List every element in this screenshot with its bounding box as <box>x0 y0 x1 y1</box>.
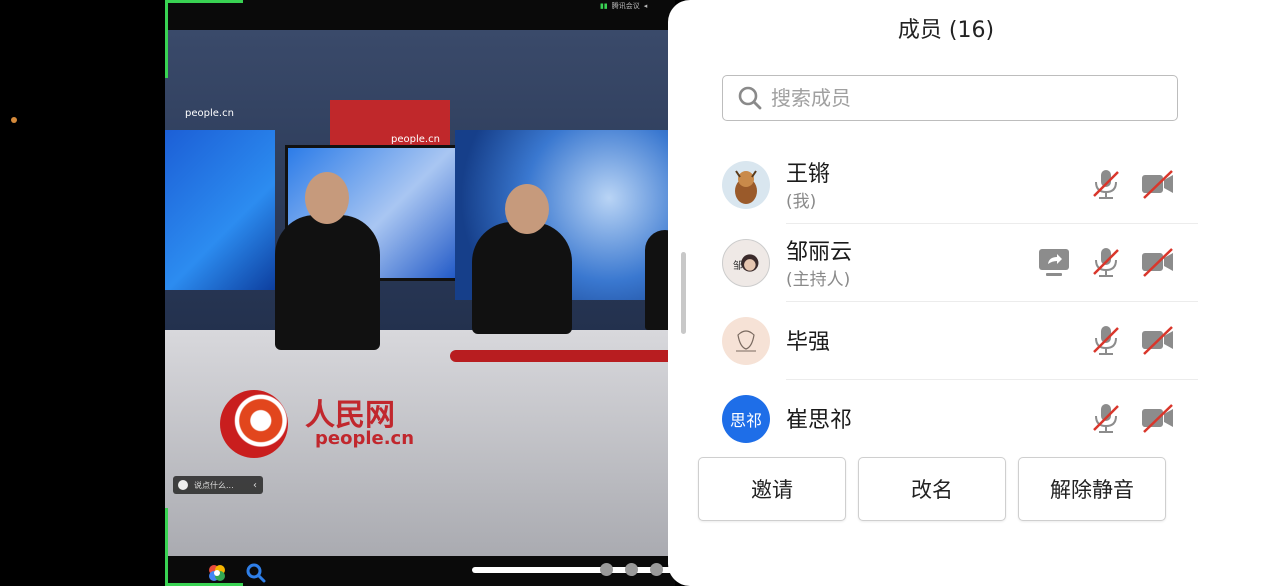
page-dot[interactable] <box>650 563 663 576</box>
unmute-all-button[interactable]: 解除静音 <box>1018 457 1166 521</box>
speaker-icon: ◂ <box>643 2 648 10</box>
page-dot[interactable] <box>625 563 638 576</box>
member-name: 王锵 <box>786 162 831 187</box>
invite-button[interactable]: 邀请 <box>698 457 846 521</box>
chat-input[interactable]: 说点什么... ‹ <box>173 476 263 494</box>
presenter-right <box>472 222 572 334</box>
notification-dot <box>11 117 17 123</box>
portrait-avatar-icon <box>741 254 759 272</box>
magnifier-app-icon[interactable] <box>246 563 266 583</box>
people-logo-url: people.cn <box>315 428 415 449</box>
status-bar: ▮▮ 腾讯会议 ◂ <box>600 0 647 12</box>
camera-off-icon[interactable] <box>1140 246 1176 278</box>
scrollbar[interactable] <box>681 252 686 334</box>
search-input[interactable] <box>769 85 1177 111</box>
member-row[interactable]: 邹 邹丽云 (主持人) <box>722 224 1198 302</box>
studio-small-logo: people.cn <box>185 108 234 119</box>
camera-off-icon[interactable] <box>1140 402 1176 434</box>
mic-muted-icon[interactable] <box>1088 168 1124 200</box>
rename-button[interactable]: 改名 <box>858 457 1006 521</box>
avatar-char: 邹 <box>733 261 743 272</box>
page-indicator[interactable] <box>600 563 663 576</box>
search-box[interactable] <box>722 75 1178 121</box>
member-name: 崔思祁 <box>786 408 853 433</box>
avatar <box>722 161 770 209</box>
app-flower-icon[interactable] <box>207 563 227 583</box>
active-speaker-frame-left-bottom <box>165 508 168 586</box>
avatar <box>722 317 770 365</box>
members-panel: 成员 (16) 王锵 (我) <box>668 0 1269 586</box>
mic-muted-icon[interactable] <box>1088 246 1124 278</box>
member-row[interactable]: 王锵 (我) <box>722 146 1198 224</box>
studio-screen-left <box>165 130 275 290</box>
member-name: 毕强 <box>786 330 831 355</box>
active-speaker-frame-left-top <box>165 0 168 78</box>
status-app-name: 腾讯会议 <box>611 2 640 10</box>
panel-title: 成员 (16) <box>897 18 995 43</box>
avatar: 邹 <box>722 239 770 287</box>
presenter-right-head <box>505 184 549 234</box>
member-row[interactable]: 毕强 <box>722 302 1198 380</box>
emoji-icon[interactable] <box>178 480 188 490</box>
presenter-left-head <box>305 172 349 224</box>
collapse-chevron-icon[interactable]: ‹ <box>253 480 257 491</box>
desk-red-stripe <box>450 350 675 362</box>
member-row[interactable]: 思祁 崔思祁 <box>722 380 1198 458</box>
member-role: (主持人) <box>786 270 851 290</box>
active-speaker-frame-top <box>165 0 243 3</box>
camera-off-icon[interactable] <box>1140 324 1176 356</box>
chat-placeholder: 说点什么... <box>194 480 234 490</box>
camera-off-icon[interactable] <box>1140 168 1176 200</box>
studio-small-logo-2: people.cn <box>391 134 440 145</box>
deer-avatar-icon <box>735 170 757 204</box>
mic-muted-icon[interactable] <box>1088 402 1124 434</box>
screen-share-icon[interactable] <box>1036 246 1072 278</box>
member-role: (我) <box>786 192 817 212</box>
avatar: 思祁 <box>722 395 770 443</box>
signal-icon: ▮▮ <box>600 2 608 10</box>
search-icon <box>738 86 762 110</box>
presenter-left <box>275 215 380 350</box>
sketch-avatar-icon <box>736 330 756 352</box>
video-top-bar <box>165 0 675 30</box>
people-logo-icon <box>220 390 288 458</box>
video-feed[interactable]: people.cn people.cn 人民网 people.cn <box>165 0 675 586</box>
member-name: 邹丽云 <box>786 240 853 265</box>
mic-muted-icon[interactable] <box>1088 324 1124 356</box>
page-dot[interactable] <box>600 563 613 576</box>
